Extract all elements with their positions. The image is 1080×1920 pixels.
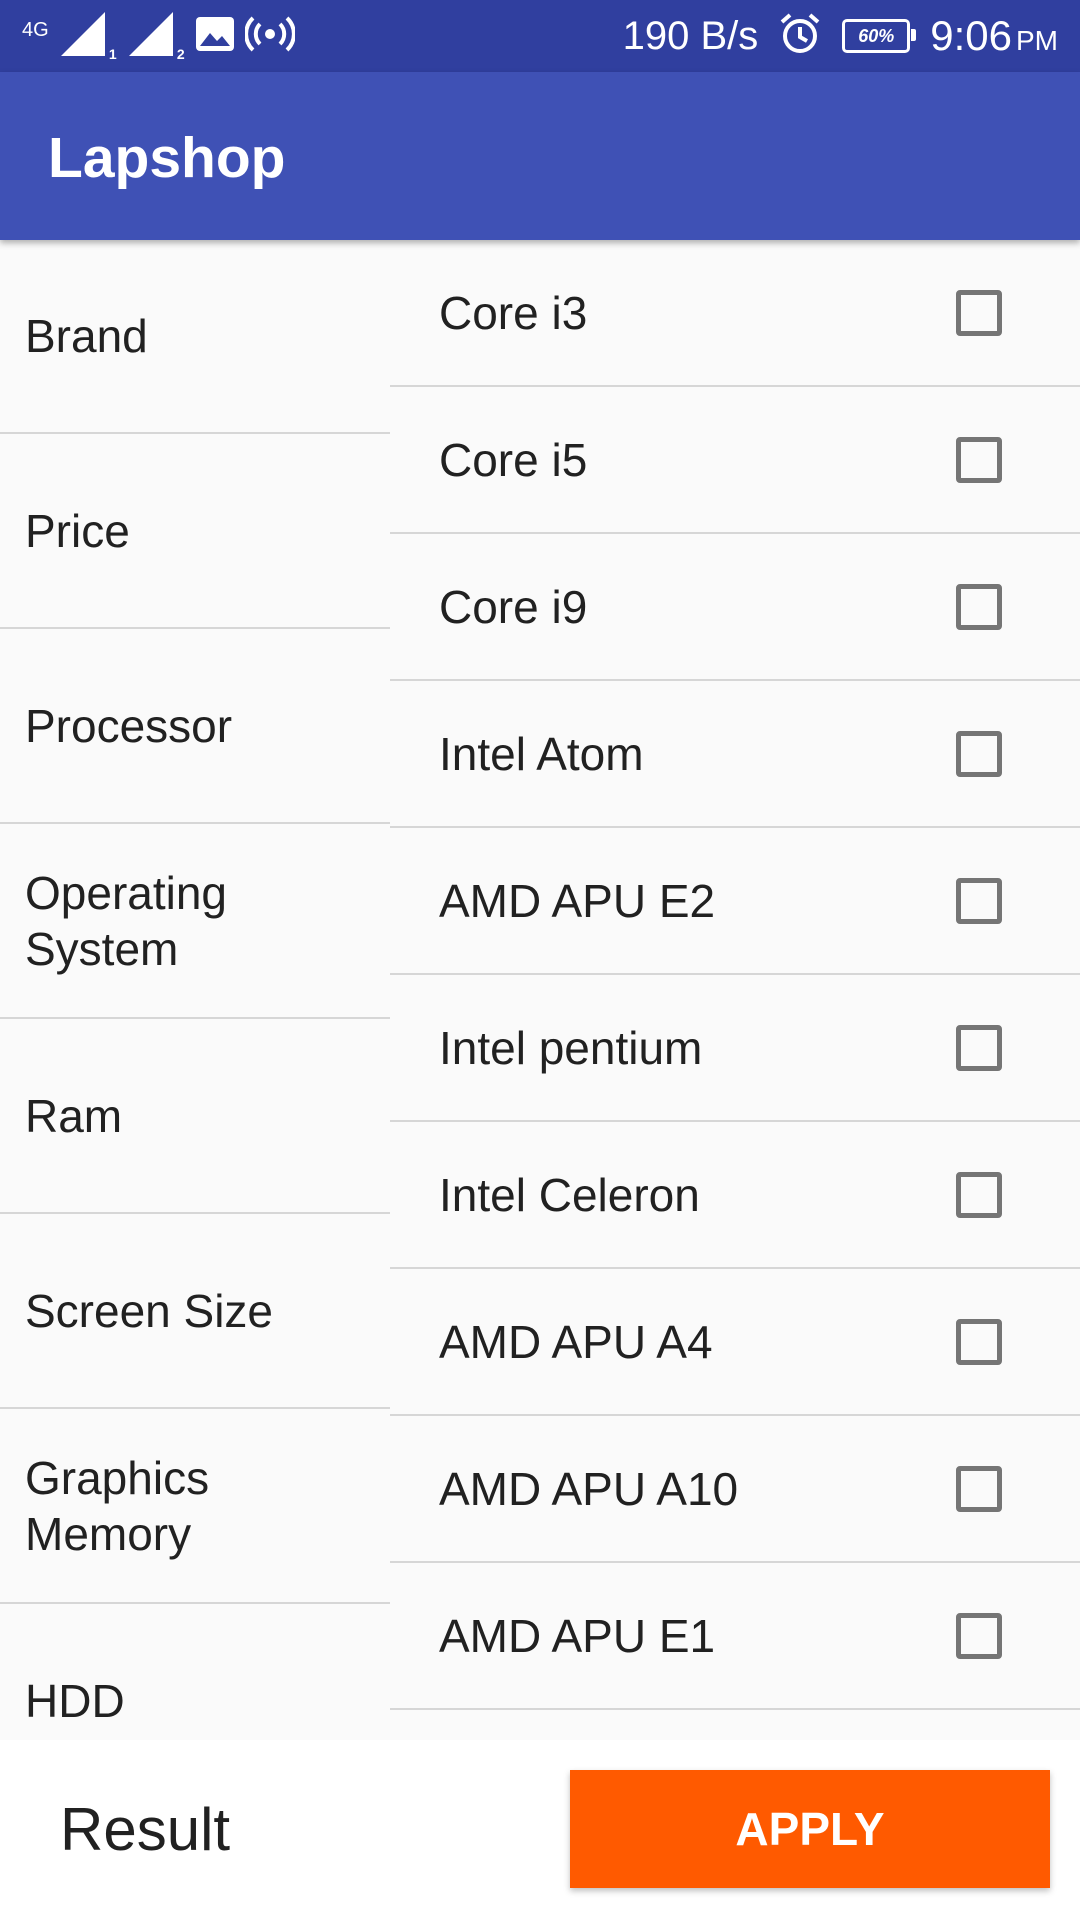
option-checkbox[interactable]	[956, 1465, 1002, 1512]
clock-ampm: PM	[1016, 25, 1058, 56]
category-screen-size[interactable]: Screen Size	[0, 1215, 390, 1409]
option-checkbox[interactable]	[956, 436, 1002, 483]
option-checkbox[interactable]	[956, 289, 1002, 336]
signal-sim1-icon: 1	[59, 10, 117, 62]
option-label: Core i3	[439, 286, 588, 339]
option-label: AMD APU E2	[439, 874, 716, 927]
option-checkbox[interactable]	[956, 1612, 1002, 1659]
sim1-label: 1	[108, 46, 117, 62]
category-graphics-memory[interactable]: Graphics Memory	[0, 1410, 390, 1604]
filter-category-list[interactable]: Brand Price Processor Operating System R…	[0, 240, 390, 1740]
option-row[interactable]: AMD APU A10	[390, 1416, 1080, 1563]
option-label: AMD APU E1	[439, 1609, 716, 1662]
option-row[interactable]: Core i5	[390, 387, 1080, 534]
category-label: Brand	[25, 310, 148, 362]
alarm-icon	[778, 12, 822, 61]
clock: 9:06 PM	[930, 12, 1058, 60]
option-label: AMD APU A4	[439, 1315, 713, 1368]
option-checkbox[interactable]	[956, 730, 1002, 777]
option-label: Core i5	[439, 433, 588, 486]
option-row[interactable]: Intel pentium	[390, 975, 1080, 1122]
option-checkbox[interactable]	[956, 583, 1002, 630]
option-row[interactable]: Core i3	[390, 240, 1080, 387]
category-price[interactable]: Price	[0, 435, 390, 629]
status-bar-left: 4G 1 2	[22, 0, 296, 72]
network-speed: 190 B/s	[622, 13, 759, 58]
app-title: Lapshop	[48, 126, 286, 190]
apply-button[interactable]: APPLY	[570, 1770, 1050, 1888]
network-type: 4G	[22, 19, 49, 41]
category-label: Processor	[25, 700, 233, 752]
option-label: Core i9	[439, 580, 588, 633]
category-label: Screen Size	[25, 1285, 274, 1337]
option-checkbox[interactable]	[956, 1318, 1002, 1365]
category-label: HDD	[25, 1675, 125, 1727]
option-checkbox[interactable]	[956, 1171, 1002, 1218]
option-label: Intel Celeron	[439, 1168, 700, 1221]
option-row[interactable]: AMD APU A4	[390, 1269, 1080, 1416]
filter-option-list[interactable]: Core i3 Core i5 Core i9 Intel Atom AMD A…	[390, 240, 1080, 1740]
battery-level: 60%	[858, 25, 895, 46]
category-ram[interactable]: Ram	[0, 1020, 390, 1214]
category-label: Price	[25, 505, 130, 557]
option-row[interactable]: Core i9	[390, 534, 1080, 681]
category-label: Operating System	[25, 867, 228, 975]
hotspot-icon	[243, 14, 296, 59]
option-label: Intel Atom	[439, 727, 644, 780]
image-notification-icon	[195, 16, 235, 57]
category-label: Graphics Memory	[25, 1452, 210, 1560]
category-operating-system[interactable]: Operating System	[0, 825, 390, 1019]
sim2-label: 2	[176, 46, 185, 62]
category-label: Ram	[25, 1090, 123, 1142]
app-bar: Lapshop	[0, 72, 1080, 240]
bottom-bar: Result APPLY	[0, 1740, 1080, 1920]
option-row[interactable]: Intel Atom	[390, 681, 1080, 828]
category-processor[interactable]: Processor	[0, 630, 390, 824]
battery-icon: 60%	[842, 19, 917, 53]
option-row[interactable]: Intel Celeron	[390, 1122, 1080, 1269]
option-checkbox[interactable]	[956, 1024, 1002, 1071]
signal-sim2-icon: 2	[127, 10, 185, 62]
category-hdd[interactable]: HDD	[0, 1605, 390, 1740]
category-brand[interactable]: Brand	[0, 240, 390, 434]
clock-time: 9:06	[930, 12, 1012, 59]
option-row[interactable]: AMD APU E2	[390, 828, 1080, 975]
result-label: Result	[60, 1796, 231, 1863]
status-bar: 4G 1 2 190 B/s 60% 9:06 PM	[0, 0, 1080, 72]
option-label: AMD APU A10	[439, 1462, 739, 1515]
option-checkbox[interactable]	[956, 877, 1002, 924]
status-bar-right: 190 B/s 60% 9:06 PM	[623, 0, 1058, 72]
option-label: Intel pentium	[439, 1021, 703, 1074]
option-row[interactable]: AMD APU E1	[390, 1563, 1080, 1710]
